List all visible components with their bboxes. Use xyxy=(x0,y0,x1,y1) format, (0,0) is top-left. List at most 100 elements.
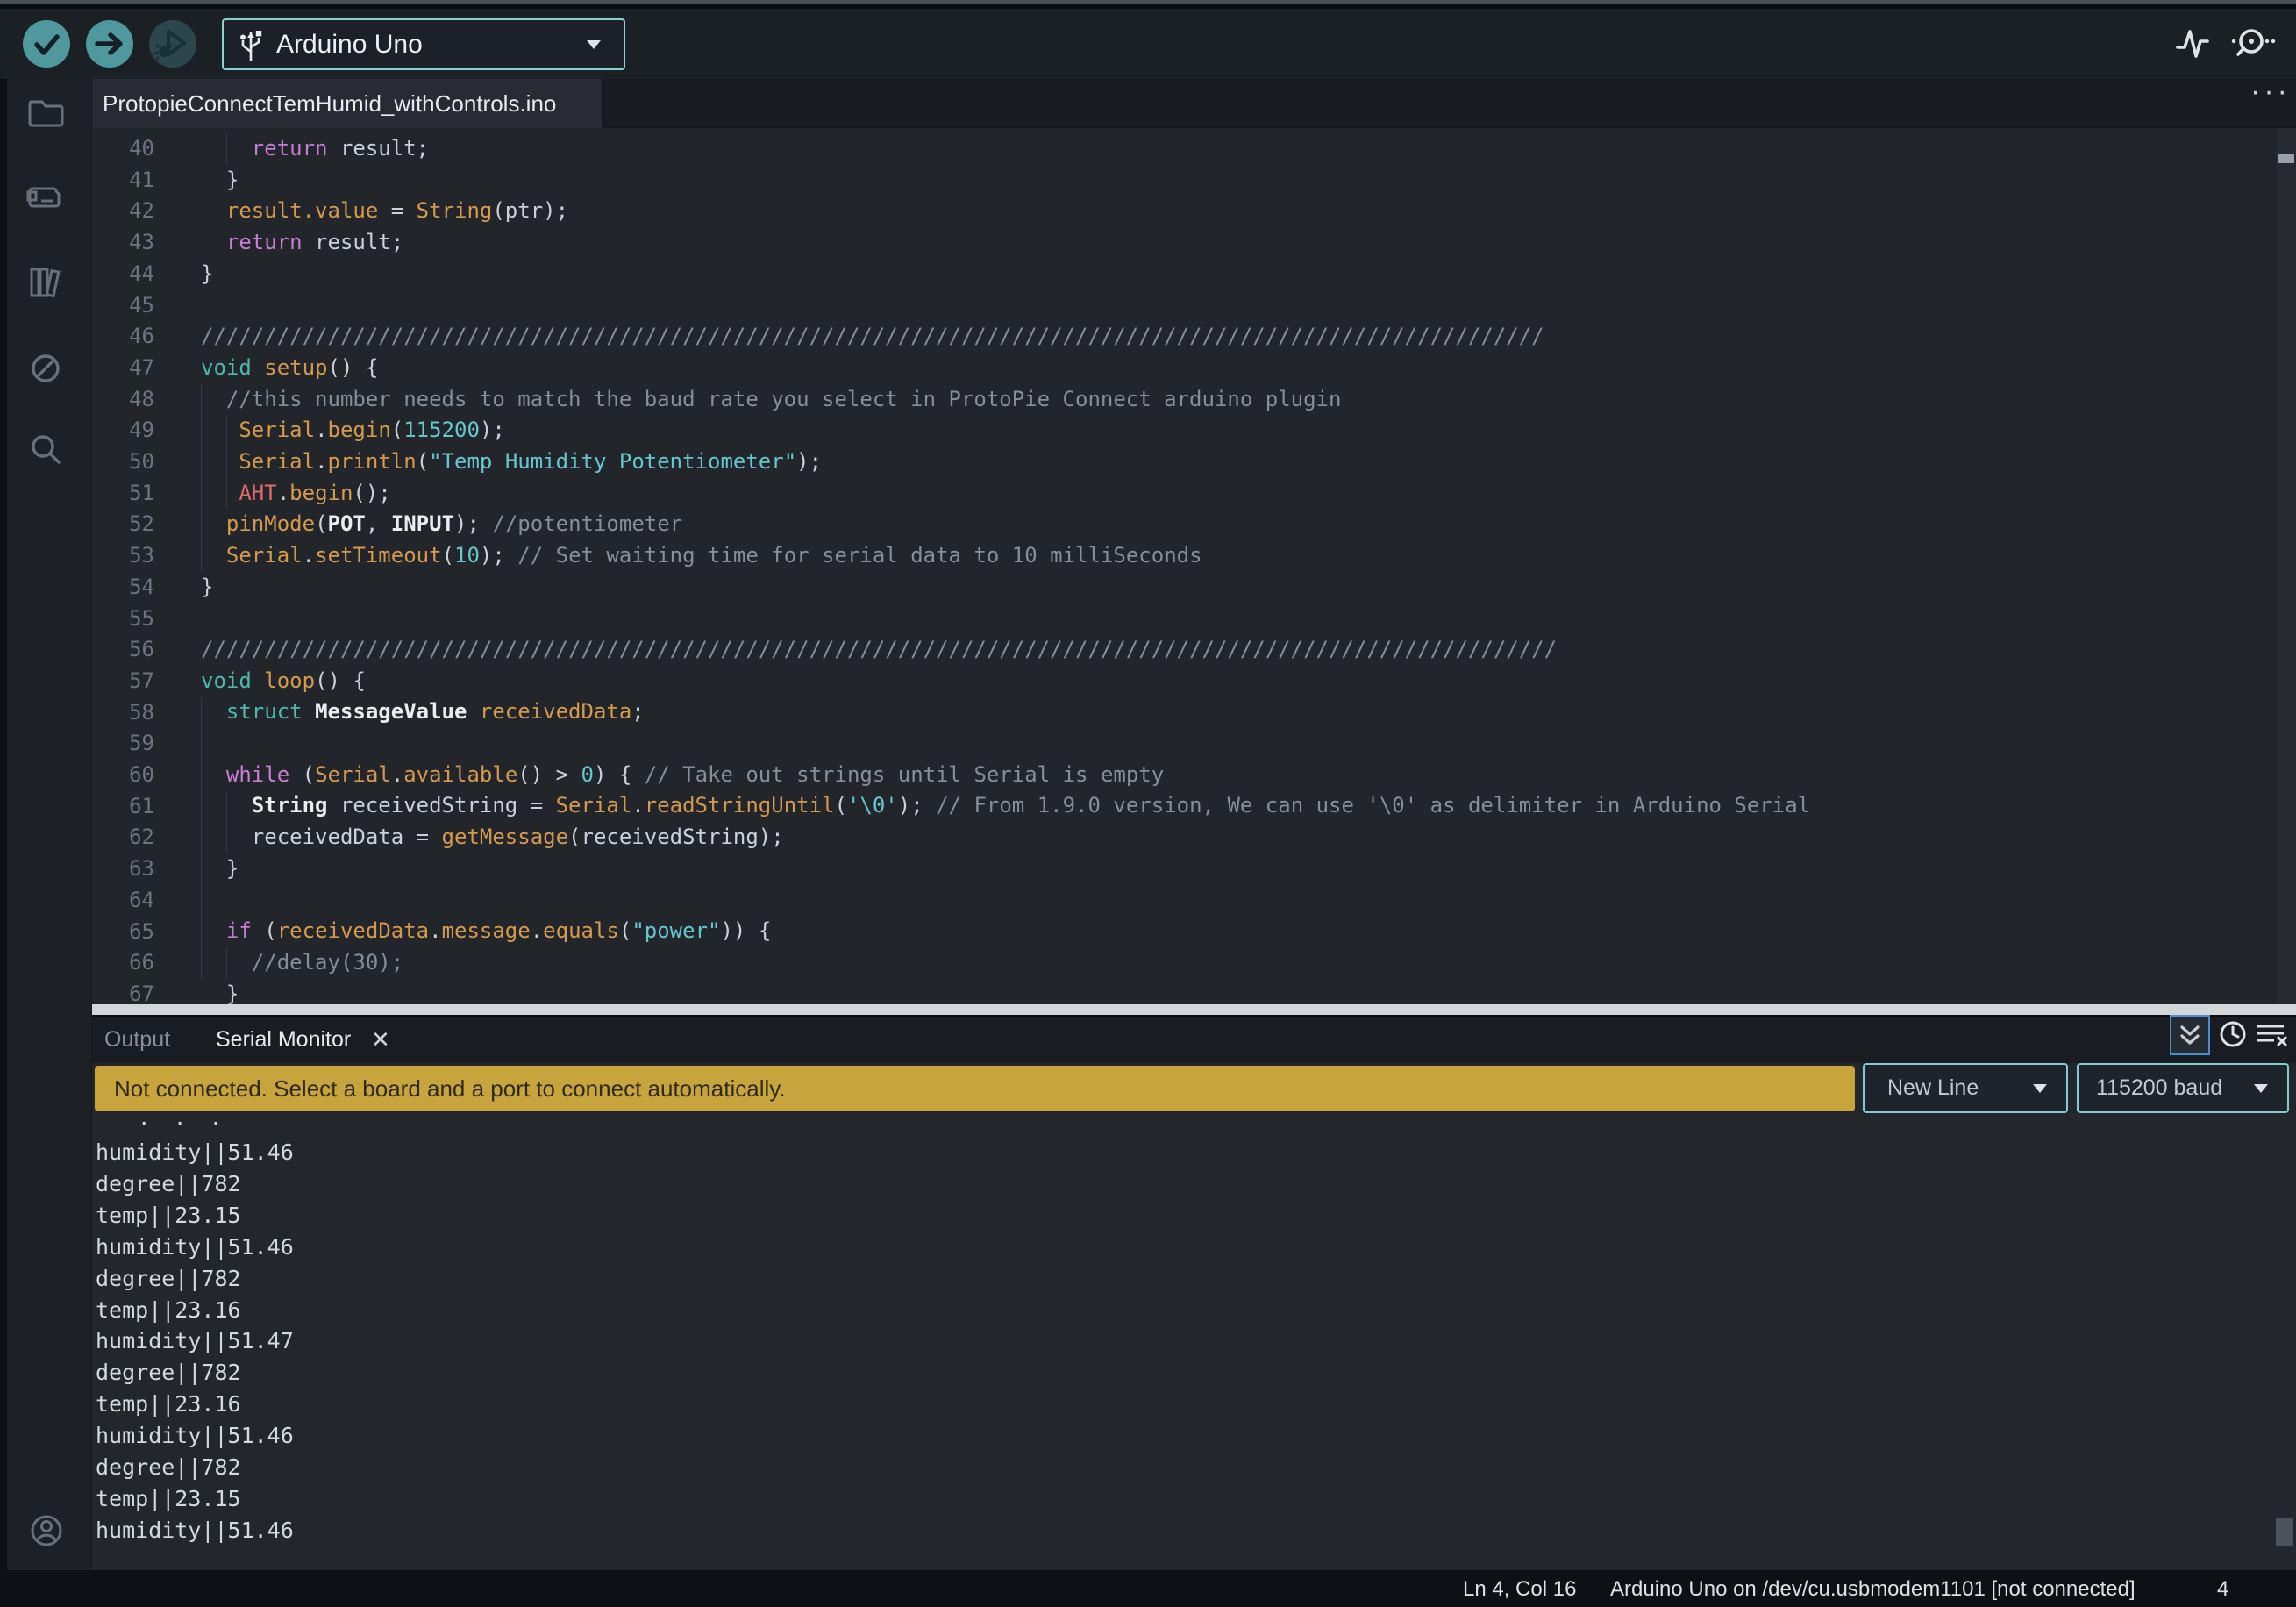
board-selector[interactable]: Arduino Uno xyxy=(222,18,625,70)
line-number: 62 xyxy=(92,822,154,853)
code-line: Serial.begin(115200); xyxy=(201,415,1810,446)
sidebar-item-debug[interactable] xyxy=(25,348,66,389)
code-line: pinMode(POT, INPUT); //potentiometer xyxy=(201,509,1810,540)
code-line: if (receivedData.message.equals("power")… xyxy=(201,916,1810,947)
cursor-position: Ln 4, Col 16 xyxy=(1463,1577,1576,1602)
panel-resize-handle[interactable] xyxy=(92,1004,2296,1017)
line-number: 51 xyxy=(92,478,154,510)
code-line: } xyxy=(201,853,1810,885)
line-number: 63 xyxy=(92,853,154,885)
sidebar-item-library-manager[interactable] xyxy=(25,262,66,303)
line-number: 57 xyxy=(92,666,154,697)
baud-rate-value: 115200 baud xyxy=(2096,1075,2222,1101)
line-number: 58 xyxy=(92,697,154,729)
notification-count: 4 xyxy=(2217,1577,2228,1602)
folder-icon xyxy=(25,92,66,132)
tab-serial-monitor[interactable]: Serial Monitor xyxy=(210,1017,356,1063)
line-number: 49 xyxy=(92,415,154,446)
code-editor[interactable]: 4041424344454647484950515253545556575859… xyxy=(92,128,2296,1004)
code-line: } xyxy=(201,165,1810,196)
serial-line: humidity||51.46 xyxy=(96,1232,294,1263)
code-line: ////////////////////////////////////////… xyxy=(201,634,1810,666)
check-icon xyxy=(23,20,70,68)
line-number: 50 xyxy=(92,446,154,478)
search-icon xyxy=(25,429,66,469)
line-number: 43 xyxy=(92,227,154,259)
serial-plotter-button[interactable] xyxy=(2175,25,2210,66)
line-number: 59 xyxy=(92,728,154,760)
code-line: void setup() { xyxy=(201,353,1810,384)
arduino-ide-window: Arduino Uno ProtopieConnectTemHumid_with… xyxy=(0,0,2296,1607)
editor-scrollbar-thumb[interactable] xyxy=(2278,154,2294,163)
board-connection-status[interactable]: Arduino Uno on /dev/cu.usbmodem1101 [not… xyxy=(1610,1577,2136,1602)
code-line: struct MessageValue receivedData; xyxy=(201,696,1810,728)
code-line: } xyxy=(201,979,1810,1004)
timestamp-toggle-button[interactable] xyxy=(2217,1018,2249,1050)
serial-line: temp||23.16 xyxy=(96,1389,294,1420)
line-ending-dropdown[interactable]: New Line xyxy=(1863,1063,2068,1113)
line-number: 46 xyxy=(92,321,154,353)
code-line: Serial.setTimeout(10); // Set waiting ti… xyxy=(201,540,1810,572)
tab-title: ProtopieConnectTemHumid_withControls.ino xyxy=(103,90,556,118)
editor-scrollbar[interactable] xyxy=(2277,128,2296,1004)
account-button[interactable] xyxy=(25,1510,68,1552)
serial-line: temp||23.15 xyxy=(96,1200,294,1232)
line-number: 48 xyxy=(92,384,154,416)
serial-monitor-button[interactable] xyxy=(2228,23,2277,68)
code-line: result.value = String(ptr); xyxy=(201,196,1810,227)
chevron-down-icon xyxy=(2254,1084,2268,1093)
arrow-right-icon xyxy=(86,20,133,68)
serial-scrollbar-thumb[interactable] xyxy=(2276,1518,2293,1546)
clear-output-button[interactable] xyxy=(2255,1018,2286,1050)
serial-monitor-panel: Not connected. Select a board and a port… xyxy=(92,1063,2296,1570)
code-line: return result; xyxy=(201,133,1810,165)
line-number: 47 xyxy=(92,353,154,384)
serial-line: temp||23.16 xyxy=(96,1295,294,1326)
serial-line: humidity||51.46 xyxy=(96,1137,294,1168)
serial-partial-line: · · · xyxy=(138,1113,227,1136)
line-number: 44 xyxy=(92,259,154,290)
more-actions-button[interactable]: ··· xyxy=(2245,74,2296,110)
code-line: void loop() { xyxy=(201,666,1810,697)
code-line: } xyxy=(201,572,1810,604)
serial-output-area[interactable]: · · · humidity||51.46degree||782temp||23… xyxy=(92,1113,2296,1570)
upload-button[interactable] xyxy=(86,20,133,68)
line-number: 66 xyxy=(92,947,154,979)
usb-icon xyxy=(238,25,264,64)
line-number: 67 xyxy=(92,979,154,1004)
sidebar-item-search[interactable] xyxy=(25,429,66,469)
code-line xyxy=(201,289,1810,321)
serial-line: degree||782 xyxy=(96,1168,294,1200)
code-line: //this number needs to match the baud ra… xyxy=(201,384,1810,416)
tab-active-sketch[interactable]: ProtopieConnectTemHumid_withControls.ino xyxy=(92,79,602,128)
double-chevron-down-icon xyxy=(2171,1017,2208,1053)
line-number: 42 xyxy=(92,196,154,227)
sidebar-item-sketchbook[interactable] xyxy=(25,92,66,132)
line-number: 41 xyxy=(92,165,154,196)
debug-button[interactable] xyxy=(149,20,196,68)
code-line xyxy=(201,603,1810,634)
serial-line: degree||782 xyxy=(96,1263,294,1295)
line-number: 54 xyxy=(92,572,154,604)
line-number-gutter: 4041424344454647484950515253545556575859… xyxy=(92,133,154,1004)
code-line xyxy=(201,728,1810,760)
code-line: return result; xyxy=(201,227,1810,259)
window-left-edge xyxy=(0,79,7,1570)
board-selector-label: Arduino Uno xyxy=(276,30,423,60)
bug-debug-icon xyxy=(149,20,196,68)
line-number: 52 xyxy=(92,509,154,540)
serial-line: degree||782 xyxy=(96,1452,294,1483)
autoscroll-toggle-button[interactable] xyxy=(2170,1015,2210,1055)
code-line: ////////////////////////////////////////… xyxy=(201,321,1810,353)
serial-monitor-icon xyxy=(2228,23,2277,65)
close-serial-monitor-button[interactable]: ✕ xyxy=(366,1025,396,1054)
serial-line: temp||23.15 xyxy=(96,1483,294,1515)
baud-rate-dropdown[interactable]: 115200 baud xyxy=(2077,1063,2289,1113)
not-connected-banner: Not connected. Select a board and a port… xyxy=(95,1066,1855,1111)
tab-output[interactable]: Output xyxy=(99,1017,175,1063)
line-ending-value: New Line xyxy=(1887,1075,1979,1101)
verify-button[interactable] xyxy=(23,20,70,68)
sidebar-item-boards-manager[interactable] xyxy=(25,177,66,218)
line-number: 40 xyxy=(92,133,154,165)
line-number: 61 xyxy=(92,791,154,823)
